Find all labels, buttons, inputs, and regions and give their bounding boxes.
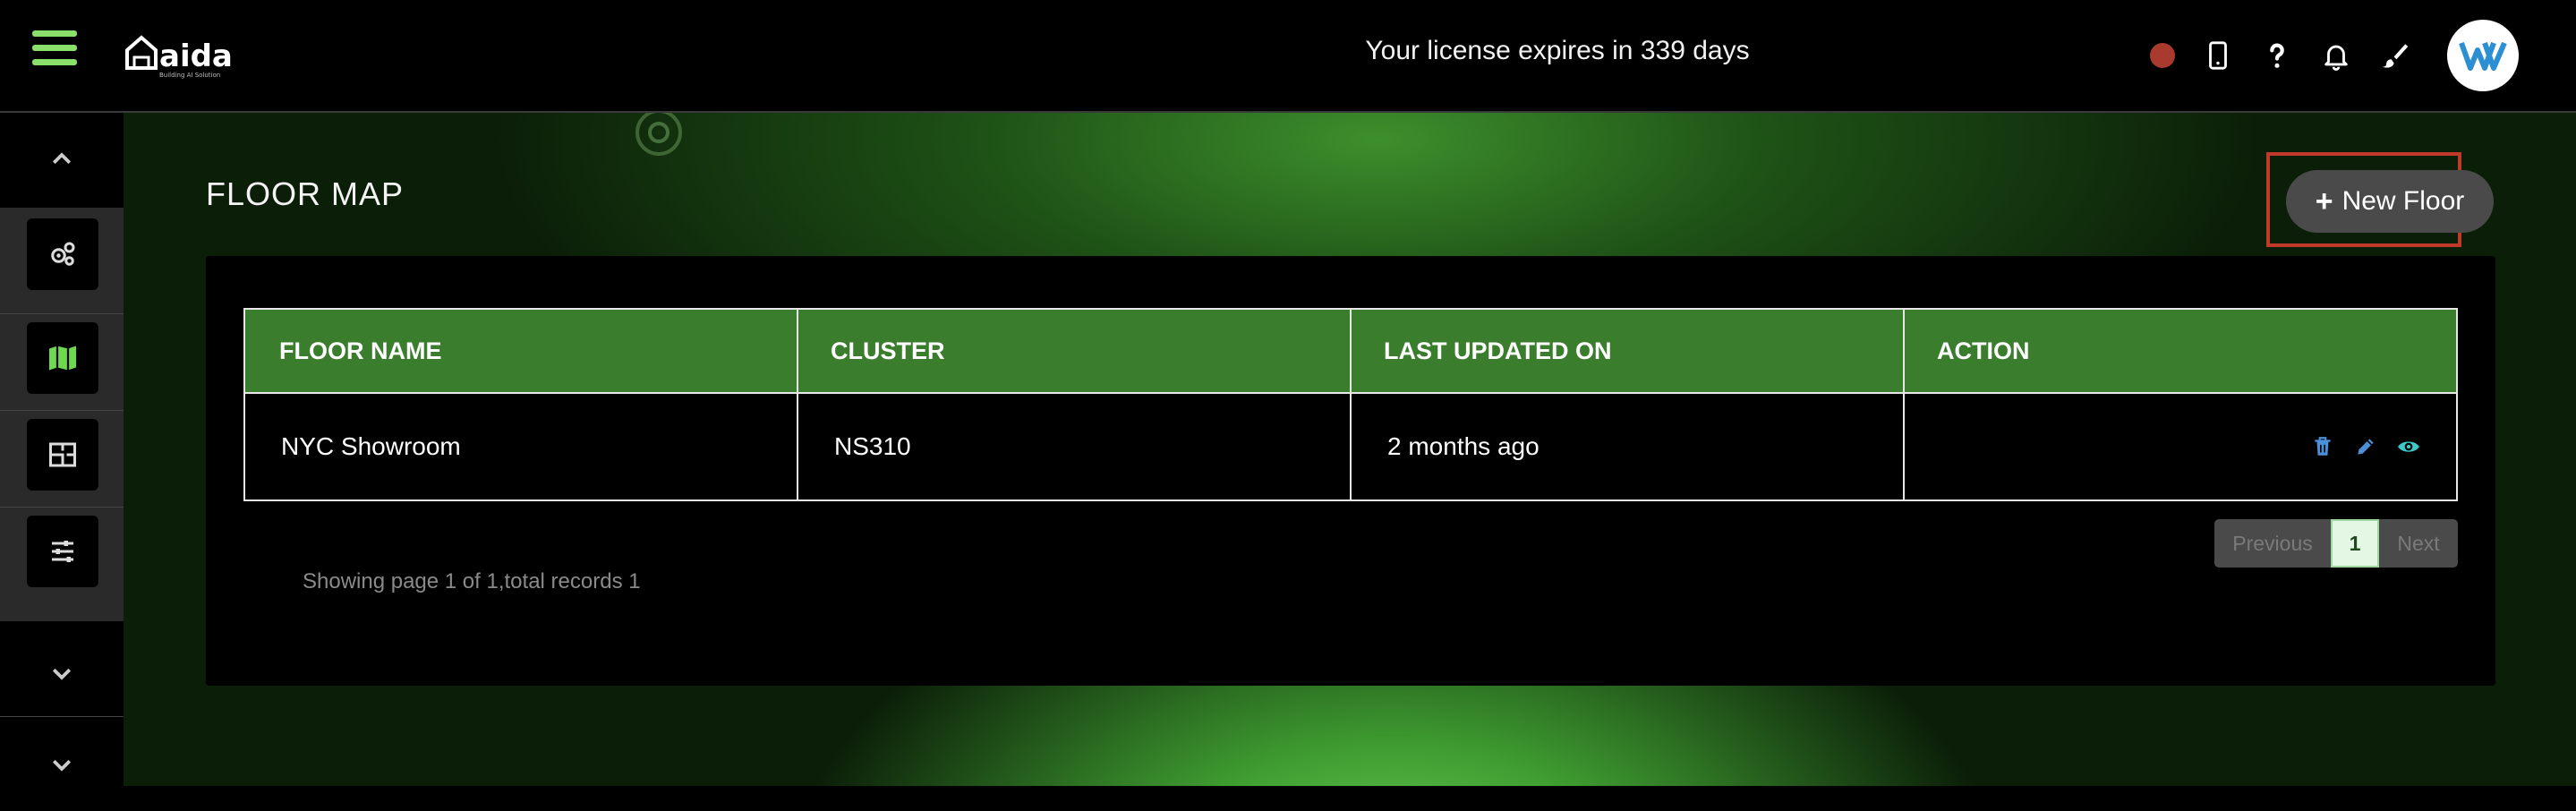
chevron-down-icon[interactable] — [0, 627, 124, 720]
action-cell — [1903, 392, 2458, 501]
next-page-button[interactable]: Next — [2379, 519, 2458, 568]
sidebar-item-floorplan[interactable] — [27, 419, 98, 491]
map-icon — [49, 346, 76, 371]
column-header-last-updated[interactable]: LAST UPDATED ON — [1350, 308, 1905, 394]
svg-text:Building AI Solution: Building AI Solution — [159, 72, 220, 79]
phone-icon[interactable] — [2202, 39, 2234, 72]
status-dot[interactable] — [2150, 43, 2175, 68]
gears-icon — [51, 242, 75, 266]
page-title: FLOOR MAP — [206, 175, 405, 212]
column-header-cluster[interactable]: CLUSTER — [797, 308, 1352, 394]
bell-icon[interactable] — [2320, 39, 2352, 72]
sidebar-item-settings[interactable] — [27, 218, 98, 290]
table-row[interactable]: NYC Showroom NS310 2 months ago — [243, 392, 2458, 501]
edit-icon[interactable] — [2354, 435, 2377, 458]
header-icons — [2150, 20, 2519, 91]
records-summary: Showing page 1 of 1,total records 1 — [303, 569, 641, 593]
new-floor-label: New Floor — [2341, 186, 2465, 216]
view-icon[interactable] — [2397, 435, 2420, 458]
table-header-row: FLOOR NAME CLUSTER LAST UPDATED ON ACTIO… — [243, 308, 2458, 394]
chevron-up-icon[interactable] — [0, 113, 124, 206]
floor-table: FLOOR NAME CLUSTER LAST UPDATED ON ACTIO… — [243, 308, 2458, 501]
sidebar-item-floor-map[interactable] — [27, 322, 98, 394]
floor-name-cell: NYC Showroom — [243, 392, 798, 501]
new-floor-button[interactable]: + New Floor — [2286, 170, 2494, 233]
column-header-action: ACTION — [1903, 308, 2458, 394]
delete-icon[interactable] — [2311, 435, 2334, 458]
previous-page-button[interactable]: Previous — [2214, 519, 2331, 568]
chevron-down-icon[interactable] — [0, 718, 124, 811]
brush-icon[interactable] — [2379, 39, 2411, 72]
sidebar-item-controls[interactable] — [27, 516, 98, 587]
pagination: Previous 1 Next — [2214, 519, 2458, 568]
sidebar — [0, 113, 124, 786]
target-icon — [635, 113, 682, 156]
cluster-cell: NS310 — [797, 392, 1352, 501]
help-icon[interactable] — [2261, 39, 2293, 72]
plus-icon: + — [2315, 184, 2333, 218]
main-content: FLOOR MAP + New Floor FLOOR NAME CLUSTER… — [124, 113, 2576, 786]
last-updated-cell: 2 months ago — [1350, 392, 1905, 501]
page-number-button[interactable]: 1 — [2331, 519, 2379, 568]
sliders-icon — [52, 541, 73, 562]
column-header-floor-name[interactable]: FLOOR NAME — [243, 308, 798, 394]
top-bar: aida Building AI Solution Your license e… — [0, 0, 2576, 113]
floorplan-icon — [49, 442, 76, 467]
avatar[interactable] — [2447, 20, 2519, 91]
floor-table-panel: FLOOR NAME CLUSTER LAST UPDATED ON ACTIO… — [206, 256, 2495, 686]
sidebar-menu — [0, 208, 124, 621]
